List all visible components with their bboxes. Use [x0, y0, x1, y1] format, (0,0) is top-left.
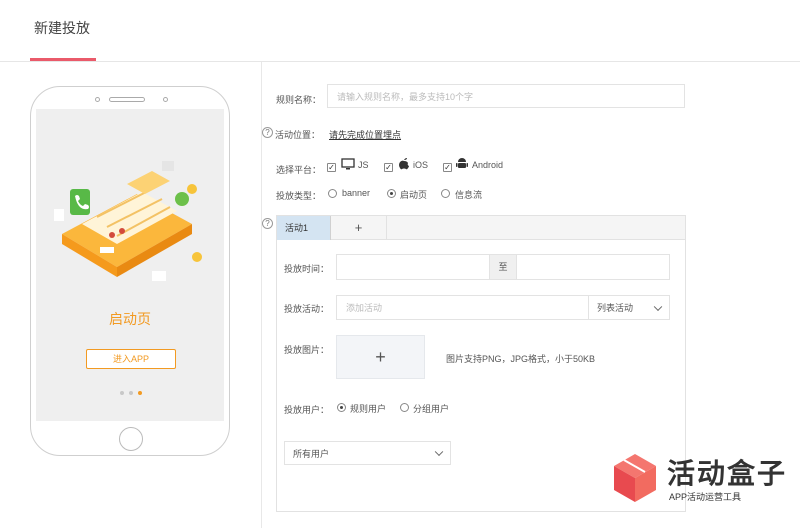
phone-home-button — [119, 427, 143, 451]
rule-name-label: 规则名称： — [276, 95, 322, 105]
page-dot[interactable] — [120, 391, 124, 395]
type-splash-label: 启动页 — [400, 190, 428, 200]
page-dots — [120, 391, 142, 395]
activity-label: 投放活动： — [284, 304, 330, 314]
activity-input[interactable]: 添加活动 — [336, 295, 589, 320]
phone-camera — [95, 97, 100, 102]
activity-position-label: 活动位置： — [275, 130, 321, 140]
page-dot[interactable] — [129, 391, 133, 395]
brand-watermark: 活动盒子 APP活动运营工具 — [612, 448, 792, 512]
enter-app-button[interactable]: 进入APP — [86, 349, 176, 369]
platform-js-label: JS — [358, 160, 369, 170]
type-splash-radio[interactable] — [387, 189, 396, 198]
brand-logo-icon — [614, 454, 656, 502]
type-banner-radio[interactable] — [328, 189, 337, 198]
user-group-radio[interactable] — [400, 403, 409, 412]
rule-name-input[interactable]: 请输入规则名称，最多支持10个字 — [327, 84, 685, 108]
time-separator: 至 — [489, 255, 517, 279]
page-title: 新建投放 — [34, 20, 90, 36]
image-upload-button[interactable]: + — [336, 335, 425, 379]
phone-speaker — [109, 97, 145, 102]
chevron-down-icon — [434, 447, 444, 457]
position-setup-link[interactable]: 请先完成位置埋点 — [329, 128, 401, 141]
user-label: 投放用户： — [284, 405, 330, 415]
help-icon[interactable]: ? — [262, 218, 273, 229]
user-select-value: 所有用户 — [293, 448, 330, 459]
brand-subtitle: APP活动运营工具 — [669, 492, 742, 502]
plus-icon: + — [375, 347, 386, 367]
activity-type-value: 列表活动 — [597, 303, 634, 313]
help-icon[interactable]: ? — [262, 127, 273, 138]
user-select[interactable]: 所有用户 — [284, 441, 451, 465]
tab-activity-1[interactable]: 活动1 — [277, 216, 331, 240]
platform-android-label: Android — [472, 160, 504, 170]
chevron-down-icon — [653, 302, 663, 311]
phone-sensor — [163, 97, 168, 102]
splash-illustration — [54, 161, 202, 281]
type-banner-label: banner — [342, 188, 371, 198]
image-label: 投放图片： — [284, 345, 330, 355]
platform-android-checkbox[interactable]: ✓ — [443, 163, 452, 172]
phone-screen: 启动页 进入APP — [36, 109, 224, 421]
activity-tabs: 活动1 + — [277, 216, 685, 240]
phone-preview: 启动页 进入APP — [30, 86, 230, 456]
user-rule-label: 规则用户 — [350, 404, 387, 414]
platform-ios-checkbox[interactable]: ✓ — [384, 163, 393, 172]
activity-type-select[interactable]: 列表活动 — [588, 295, 670, 320]
platform-js-checkbox[interactable]: ✓ — [327, 163, 336, 172]
time-label: 投放时间： — [284, 264, 330, 274]
page-dot-active[interactable] — [138, 391, 142, 395]
splash-title: 启动页 — [109, 311, 151, 327]
monitor-icon — [341, 158, 355, 170]
type-feed-label: 信息流 — [455, 190, 483, 200]
image-hint: 图片支持PNG，JPG格式，小于50KB — [446, 354, 596, 364]
type-feed-radio[interactable] — [441, 189, 450, 198]
android-icon — [456, 158, 468, 168]
platform-label: 选择平台： — [276, 165, 322, 175]
title-underline — [30, 58, 96, 61]
user-rule-radio[interactable] — [337, 403, 346, 412]
add-tab-button[interactable]: + — [331, 216, 387, 240]
type-label: 投放类型： — [276, 191, 322, 201]
apple-icon — [399, 158, 409, 170]
user-group-label: 分组用户 — [413, 404, 450, 414]
page-header: 新建投放 — [0, 0, 800, 62]
brand-name: 活动盒子 — [667, 458, 788, 489]
platform-ios-label: iOS — [413, 160, 429, 170]
